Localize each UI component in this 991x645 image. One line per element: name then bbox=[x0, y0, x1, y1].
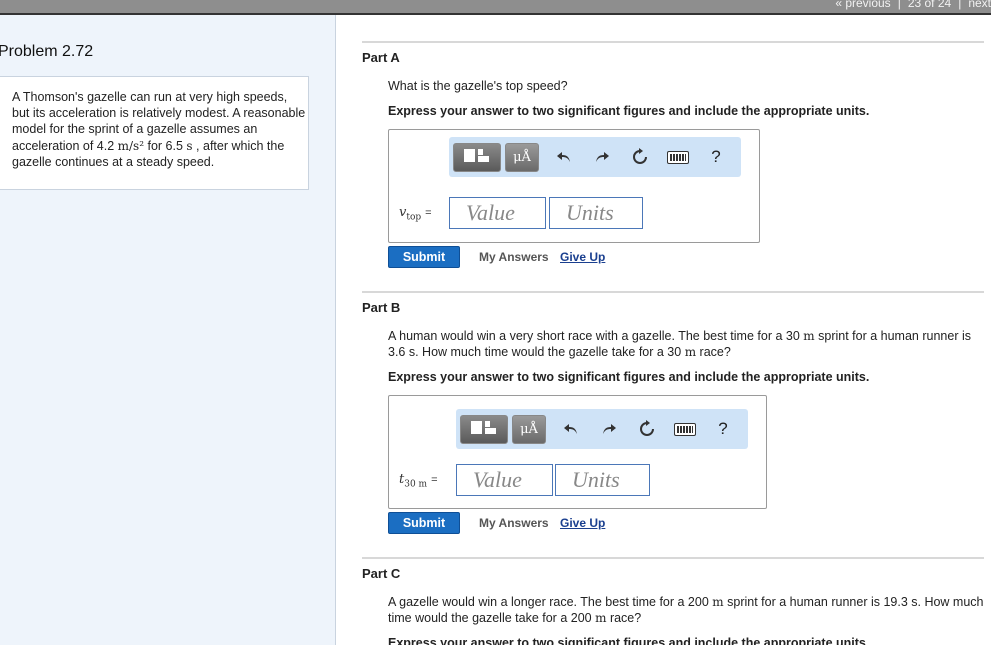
question-fragment: A gazelle would win a longer race. The b… bbox=[388, 595, 713, 609]
reset-icon[interactable] bbox=[628, 409, 666, 449]
value-input[interactable]: Value bbox=[456, 464, 553, 496]
keyboard-icon bbox=[674, 422, 696, 436]
unit: m bbox=[712, 595, 724, 609]
templates-icon bbox=[469, 418, 499, 441]
part-a: Part A What is the gazelle's top speed? … bbox=[362, 50, 984, 280]
part-b: Part B A human would win a very short ra… bbox=[362, 300, 984, 545]
symbols-button[interactable]: μÅ bbox=[512, 414, 546, 444]
variable-label: vtop = bbox=[399, 205, 432, 223]
divider: | bbox=[958, 0, 962, 10]
templates-button[interactable] bbox=[460, 414, 508, 444]
problem-position: 23 of 24 bbox=[907, 0, 952, 10]
part-divider bbox=[362, 557, 984, 559]
give-up-link[interactable]: Give Up bbox=[560, 516, 605, 530]
variable-subscript: 30 m bbox=[404, 479, 428, 490]
acceleration-unit: m/s² bbox=[117, 138, 145, 153]
units-input[interactable]: Units bbox=[555, 464, 650, 496]
keyboard-icon bbox=[667, 150, 689, 164]
undo-icon[interactable] bbox=[552, 409, 590, 449]
keyboard-button[interactable] bbox=[666, 409, 704, 449]
equals-sign: = bbox=[425, 207, 432, 219]
submit-button[interactable]: Submit bbox=[388, 512, 460, 534]
redo-icon[interactable] bbox=[590, 409, 628, 449]
instruction-text: Express your answer to two significant f… bbox=[388, 636, 870, 645]
problem-statement: A Thomson's gazelle can run at very high… bbox=[0, 76, 309, 190]
answer-box: μÅ ? t30 m = Value Units bbox=[388, 395, 767, 509]
unit: m bbox=[684, 345, 697, 359]
part-title: Part A bbox=[362, 50, 400, 65]
problem-title: Problem 2.72 bbox=[0, 43, 94, 60]
question-text: A human would win a very short race with… bbox=[388, 328, 986, 360]
templates-button[interactable] bbox=[453, 142, 501, 172]
templates-icon bbox=[462, 146, 492, 169]
my-answers-link[interactable]: My Answers bbox=[479, 250, 549, 264]
question-text: A gazelle would win a longer race. The b… bbox=[388, 594, 984, 626]
help-button[interactable]: ? bbox=[704, 409, 742, 449]
divider: | bbox=[897, 0, 901, 10]
question-fragment: A human would win a very short race with… bbox=[388, 329, 804, 343]
unit: m bbox=[803, 329, 815, 343]
part-divider bbox=[362, 291, 984, 293]
top-nav-bar: « previous | 23 of 24 | next bbox=[0, 0, 991, 15]
instruction-text: Express your answer to two significant f… bbox=[388, 370, 870, 384]
give-up-link[interactable]: Give Up bbox=[560, 250, 605, 264]
problem-sidebar: Problem 2.72 A Thomson's gazelle can run… bbox=[0, 15, 336, 645]
units-input[interactable]: Units bbox=[549, 197, 643, 229]
previous-link[interactable]: « previous bbox=[835, 0, 890, 10]
keyboard-button[interactable] bbox=[659, 137, 697, 177]
reset-icon[interactable] bbox=[621, 137, 659, 177]
problem-text: for 6.5 bbox=[144, 138, 187, 153]
part-title: Part C bbox=[362, 566, 401, 581]
question-fragment: race? bbox=[696, 345, 731, 359]
value-input[interactable]: Value bbox=[449, 197, 546, 229]
math-toolbar: μÅ ? bbox=[449, 137, 741, 177]
help-button[interactable]: ? bbox=[697, 137, 735, 177]
undo-icon[interactable] bbox=[545, 137, 583, 177]
next-link[interactable]: next bbox=[968, 0, 991, 10]
answer-box: μÅ ? vtop = Value Units bbox=[388, 129, 760, 243]
submit-button[interactable]: Submit bbox=[388, 246, 460, 268]
symbols-button[interactable]: μÅ bbox=[505, 142, 539, 172]
part-divider bbox=[362, 41, 984, 43]
redo-icon[interactable] bbox=[583, 137, 621, 177]
equals-sign: = bbox=[431, 474, 438, 486]
question-fragment: race? bbox=[606, 611, 642, 625]
variable-subscript: top bbox=[406, 212, 422, 223]
question-text: What is the gazelle's top speed? bbox=[388, 79, 568, 93]
my-answers-link[interactable]: My Answers bbox=[479, 516, 549, 530]
part-title: Part B bbox=[362, 300, 401, 315]
math-toolbar: μÅ ? bbox=[456, 409, 748, 449]
variable-label: t30 m = bbox=[399, 472, 438, 490]
part-c: Part C A gazelle would win a longer race… bbox=[362, 566, 984, 645]
unit: m bbox=[595, 611, 607, 625]
instruction-text: Express your answer to two significant f… bbox=[388, 104, 870, 118]
problem-pager: « previous | 23 of 24 | next bbox=[835, 0, 991, 10]
